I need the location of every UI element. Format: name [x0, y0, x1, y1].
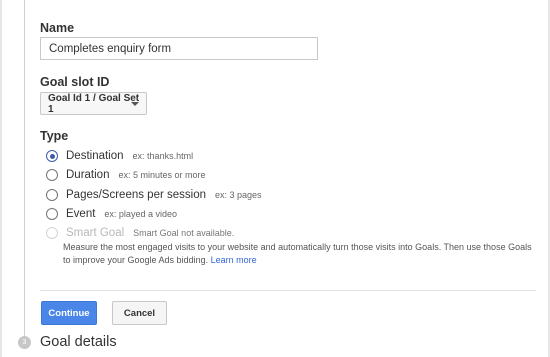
type-option-duration[interactable]: Duration ex: 5 minutes or more — [46, 167, 206, 183]
frame-border-left — [0, 0, 2, 357]
radio-button[interactable] — [46, 189, 58, 201]
goal-slot-label: Goal slot ID — [40, 75, 110, 89]
learn-more-link[interactable]: Learn more — [211, 255, 257, 265]
option-label: Pages/Screens per session — [66, 189, 206, 201]
option-hint: ex: 3 pages — [215, 190, 262, 200]
option-hint: ex: 5 minutes or more — [118, 170, 206, 180]
radio-button-checked[interactable] — [46, 150, 58, 162]
radio-button-disabled — [46, 227, 58, 239]
option-label: Smart Goal — [66, 227, 125, 239]
divider — [40, 290, 536, 291]
name-label: Name — [40, 21, 75, 35]
smart-goal-description-text: Measure the most engaged visits to your … — [63, 242, 532, 265]
option-label: Event — [66, 208, 96, 220]
option-hint: ex: thanks.html — [132, 151, 194, 161]
type-option-event[interactable]: Event ex: played a video — [46, 206, 177, 222]
option-label: Destination — [66, 150, 124, 162]
continue-button[interactable]: Continue — [41, 301, 97, 325]
radio-button[interactable] — [46, 208, 58, 220]
type-option-pages-per-session[interactable]: Pages/Screens per session ex: 3 pages — [46, 187, 262, 203]
goal-name-input[interactable] — [40, 37, 318, 60]
step-number-badge: 3 — [18, 336, 31, 349]
type-option-destination[interactable]: Destination ex: thanks.html — [46, 148, 193, 164]
chevron-down-icon — [131, 102, 139, 106]
option-hint: Smart Goal not available. — [133, 228, 235, 238]
option-label: Duration — [66, 169, 110, 181]
radio-button[interactable] — [46, 169, 58, 181]
goal-details-heading[interactable]: Goal details — [40, 334, 117, 350]
type-label: Type — [40, 129, 69, 143]
type-option-smart-goal: Smart Goal Smart Goal not available. — [46, 225, 234, 241]
goal-slot-dropdown[interactable]: Goal Id 1 / Goal Set 1 — [40, 92, 147, 115]
option-hint: ex: played a video — [104, 209, 177, 219]
smart-goal-description: Measure the most engaged visits to your … — [63, 241, 533, 266]
step-connector-line — [24, 0, 25, 338]
cancel-button[interactable]: Cancel — [112, 301, 167, 325]
